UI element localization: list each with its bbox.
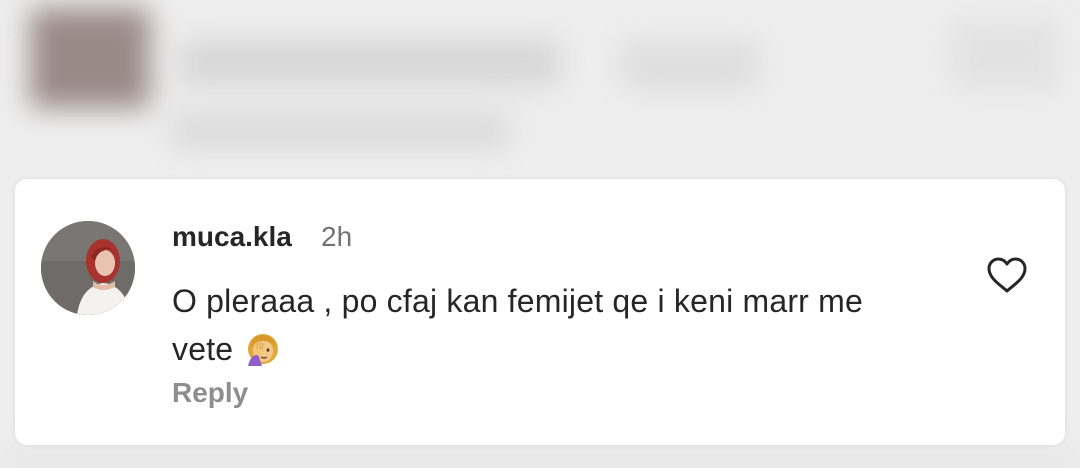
- reply-button[interactable]: Reply: [172, 377, 248, 409]
- blurred-avatar: [30, 8, 150, 108]
- blurred-text-block: [180, 40, 560, 86]
- comment-timestamp: 2h: [321, 221, 353, 252]
- blurred-icon: [950, 20, 1060, 90]
- comment-card: muca.kla 2h O pleraaa , po cfaj kan femi…: [15, 179, 1065, 445]
- blurred-text-block: [170, 110, 510, 150]
- comment-username[interactable]: muca.kla: [172, 221, 292, 253]
- heart-outline-icon[interactable]: [985, 254, 1029, 298]
- face-palm-icon: [246, 331, 280, 366]
- avatar[interactable]: [41, 221, 135, 315]
- blurred-next-item: [0, 452, 1080, 468]
- comment-text: O pleraaa , po cfaj kan femijet qe i ken…: [172, 277, 932, 373]
- blurred-text-block: [620, 40, 760, 90]
